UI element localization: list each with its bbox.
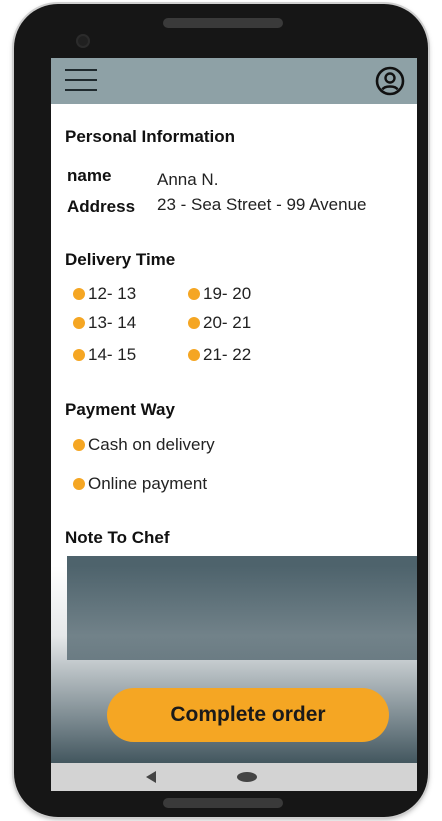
address-value: 23 - Sea Street - 99 Avenue [157,195,367,214]
delivery-slot[interactable]: 20- 21 [188,313,251,333]
radio-dot-icon [73,288,85,300]
radio-dot-icon [188,349,200,361]
delivery-slot-label: 20- 21 [203,313,252,332]
name-value: Anna N. [157,170,219,189]
delivery-slot-label: 21- 22 [203,345,252,364]
phone-frame: Personal Information name Anna N. Addres… [14,4,428,817]
phone-speaker [163,18,283,28]
delivery-slot[interactable]: 21- 22 [188,345,251,365]
delivery-slot[interactable]: 14- 15 [73,345,136,365]
payment-option-label: Cash on delivery [88,435,215,454]
delivery-slot-label: 12- 13 [88,284,137,303]
payment-way-title: Payment Way [65,400,175,419]
radio-dot-icon [73,478,85,490]
radio-dot-icon [188,317,200,329]
delivery-slot-label: 19- 20 [203,284,252,303]
hamburger-menu-icon[interactable] [65,66,97,94]
camera-icon [76,34,90,48]
system-nav-bar [51,763,417,791]
note-to-chef-input[interactable] [67,556,417,660]
address-label: Address [67,197,136,216]
back-triangle-icon[interactable] [146,771,156,783]
phone-bottom-bar [163,798,283,808]
app-bar [51,58,417,104]
payment-option-online[interactable]: Online payment [73,474,207,494]
name-label: name [67,166,112,185]
delivery-slot[interactable]: 12- 13 [73,284,136,304]
delivery-slot[interactable]: 13- 14 [73,313,136,333]
home-oval-icon[interactable] [237,772,257,782]
payment-option-cash[interactable]: Cash on delivery [73,435,215,455]
delivery-slot-label: 13- 14 [88,313,137,332]
delivery-slot-label: 14- 15 [88,345,137,364]
delivery-time-title: Delivery Time [65,250,176,269]
radio-dot-icon [188,288,200,300]
radio-dot-icon [73,439,85,451]
radio-dot-icon [73,349,85,361]
app-screen: Personal Information name Anna N. Addres… [51,58,417,791]
delivery-slot[interactable]: 19- 20 [188,284,251,304]
note-to-chef-title: Note To Chef [65,528,170,547]
user-circle-icon[interactable] [375,66,405,96]
payment-option-label: Online payment [88,474,208,493]
radio-dot-icon [73,317,85,329]
complete-order-button[interactable]: Complete order [107,688,389,742]
personal-info-title: Personal Information [65,127,236,146]
